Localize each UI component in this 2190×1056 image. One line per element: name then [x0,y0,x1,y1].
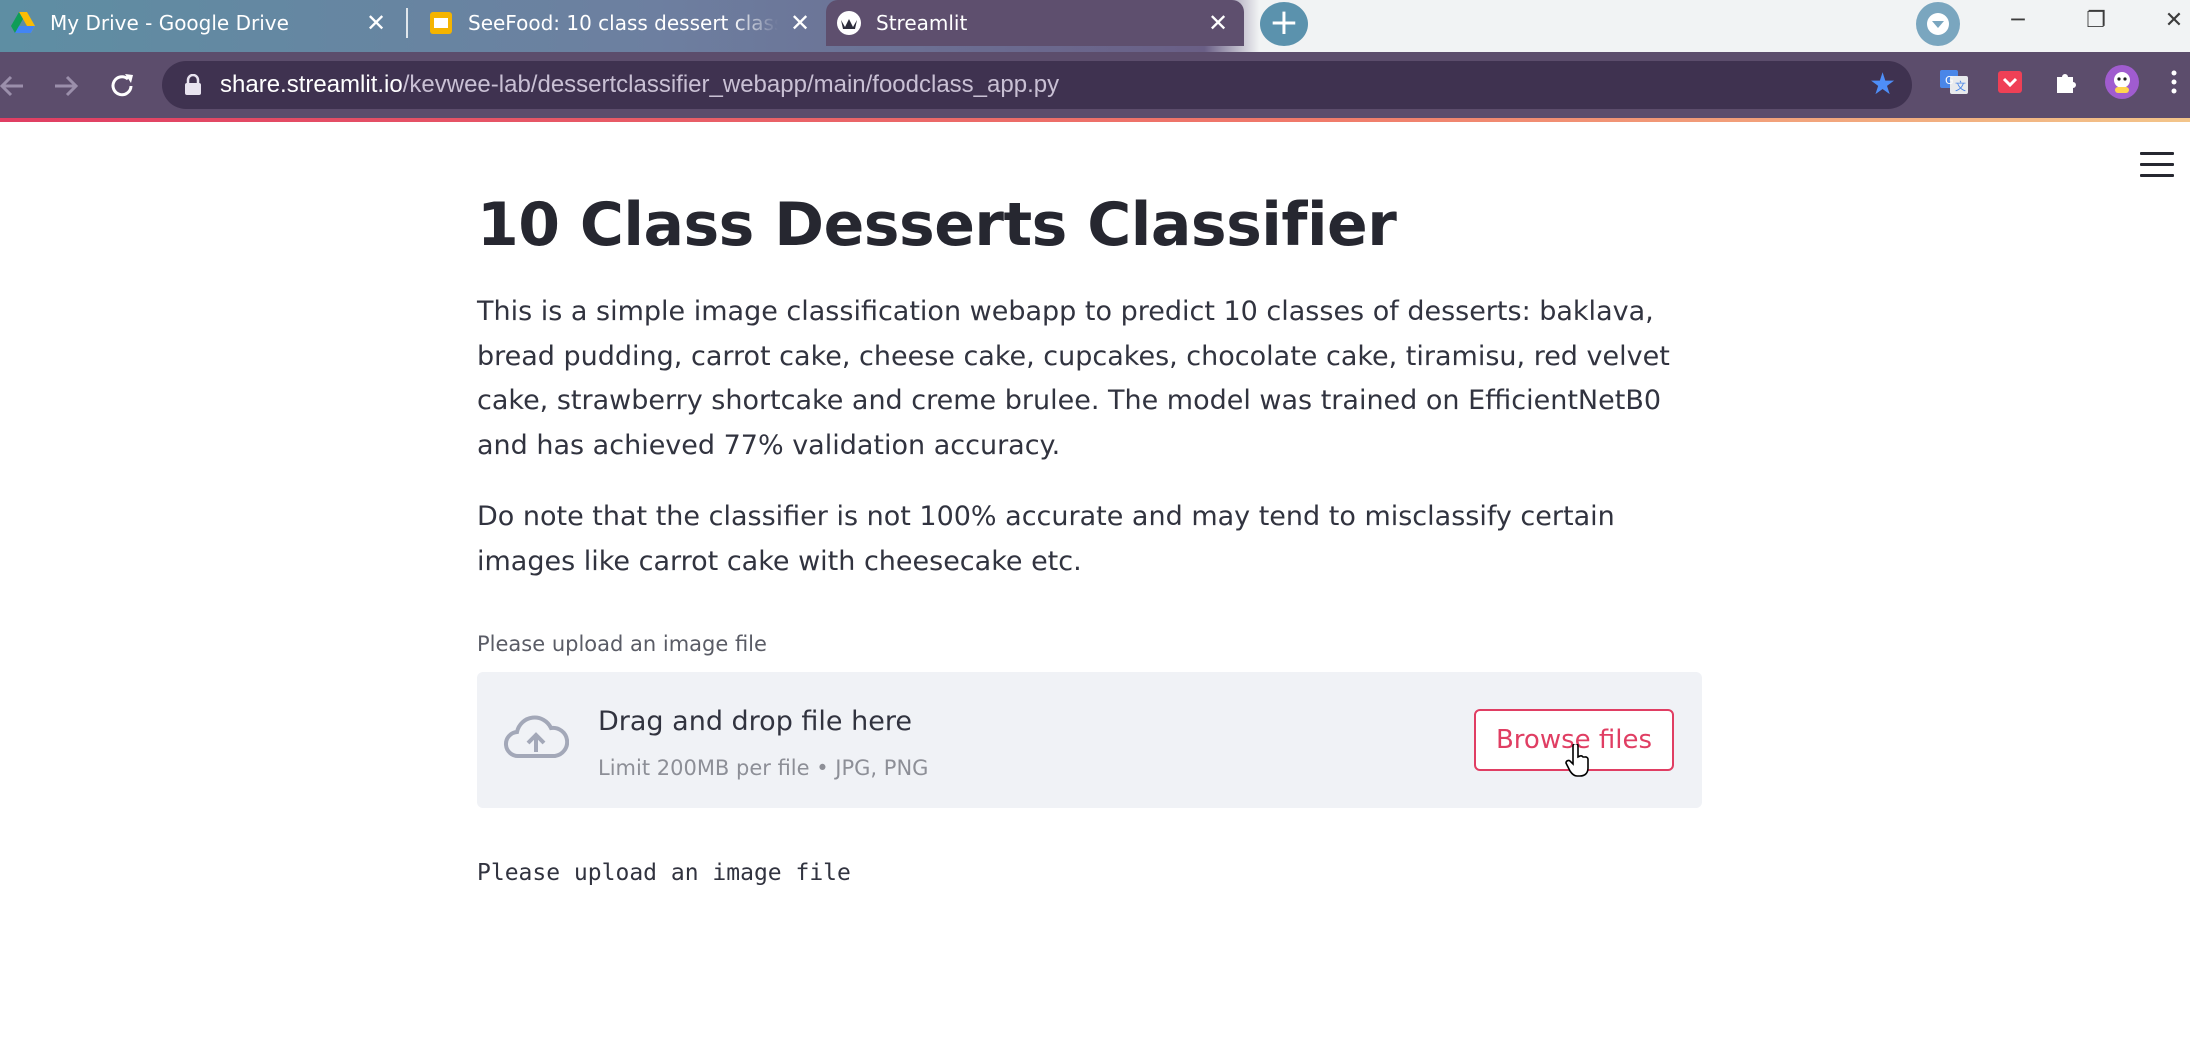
cloud-upload-icon [504,715,569,759]
address-bar[interactable]: share.streamlit.io/kevwee-lab/dessertcla… [162,61,1912,109]
note-paragraph: Do note that the classifier is not 100% … [477,501,1615,577]
hamburger-menu-icon[interactable] [2140,152,2174,182]
tab-separator [406,8,408,38]
slides-icon [430,12,452,34]
extensions-puzzle-icon[interactable] [2048,64,2084,100]
reload-icon [111,74,133,97]
tab-title: SeeFood: 10 class dessert classifie [468,11,778,35]
tab-title: My Drive - Google Drive [50,11,289,35]
url-path: /kevwee-lab/dessertclassifier_webapp/mai… [402,71,1060,98]
back-button[interactable] [0,66,32,106]
status-message: Please upload an image file [477,860,851,886]
tab-search-icon[interactable] [1916,2,1960,46]
chevron-down-icon [1927,13,1949,35]
description-paragraph: This is a simple image classification we… [477,296,1670,461]
google-drive-icon [11,12,35,33]
forward-button[interactable] [46,66,86,106]
svg-text:文: 文 [1955,79,1966,93]
tab-google-drive[interactable]: My Drive - Google Drive ✕ [0,0,402,46]
tab-title: Streamlit [876,11,968,35]
url-host: share.streamlit.io [220,71,403,98]
hand-cursor-icon [1565,744,1589,777]
svg-text:G: G [1945,74,1954,87]
lock-icon[interactable] [184,74,202,96]
browser-menu-icon[interactable] [2162,64,2186,100]
profile-avatar[interactable] [2104,64,2140,100]
new-tab-button[interactable]: + [1260,2,1308,46]
pocket-extension-icon[interactable] [1992,64,2028,100]
tab-streamlit[interactable]: Streamlit ✕ [826,0,1244,46]
arrow-left-icon [0,75,23,97]
file-dropzone[interactable]: Drag and drop file here Limit 200MB per … [477,672,1702,808]
streamlit-icon [837,11,861,35]
reload-button[interactable] [102,66,142,106]
tab-seefood-slides[interactable]: SeeFood: 10 class dessert classifie ✕ [418,0,826,46]
google-translate-extension-icon[interactable]: G 文 [1936,64,1972,100]
minimize-button[interactable]: ─ [1988,0,2048,40]
main-content: 10 Class Desserts Classifier This is a s… [477,180,1702,886]
url-text[interactable]: share.streamlit.io/kevwee-lab/dessertcla… [220,71,1059,99]
bookmark-star-icon[interactable]: ★ [1869,70,1896,100]
arrow-right-icon [55,75,79,97]
streamlit-decoration-bar [0,118,2190,122]
browser-tab-strip: My Drive - Google Drive ✕ SeeFood: 10 cl… [0,0,2190,52]
restore-button[interactable]: ❐ [2066,0,2126,40]
window-close-button[interactable]: ✕ [2144,0,2190,40]
file-uploader-label: Please upload an image file [477,632,767,656]
close-icon[interactable]: ✕ [788,11,812,35]
dropzone-title: Drag and drop file here [598,706,912,737]
browser-toolbar: share.streamlit.io/kevwee-lab/dessertcla… [0,52,2190,118]
page-title: 10 Class Desserts Classifier [477,190,1397,260]
close-icon[interactable]: ✕ [364,11,388,35]
close-icon[interactable]: ✕ [1206,11,1230,35]
dropzone-limit-text: Limit 200MB per file • JPG, PNG [598,756,929,780]
